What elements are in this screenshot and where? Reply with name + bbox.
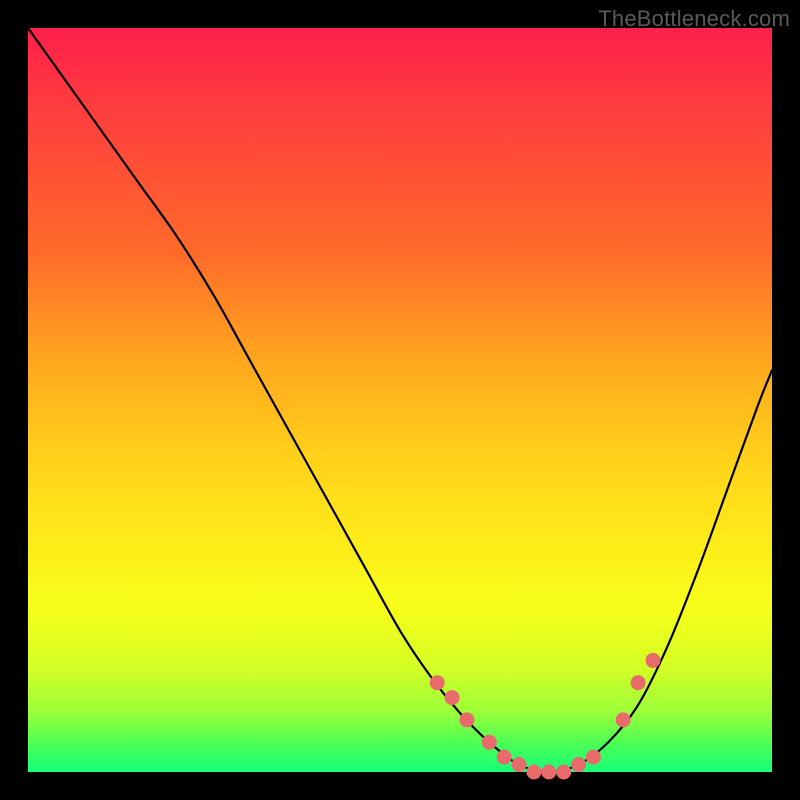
chart-frame: TheBottleneck.com [0,0,800,800]
highlight-marker [556,765,571,780]
highlight-marker [631,675,646,690]
highlight-marker [616,712,631,727]
highlight-marker [571,757,586,772]
highlight-marker [430,675,445,690]
highlight-marker [512,757,527,772]
highlight-marker [482,735,497,750]
highlight-marker [445,690,460,705]
plot-area [28,28,772,772]
highlight-marker [586,750,601,765]
highlight-marker [497,750,512,765]
highlight-marker [459,712,474,727]
highlight-marker [645,653,660,668]
highlight-markers [430,653,661,780]
highlight-marker [541,765,556,780]
highlight-marker [526,765,541,780]
curve-layer [28,28,772,772]
